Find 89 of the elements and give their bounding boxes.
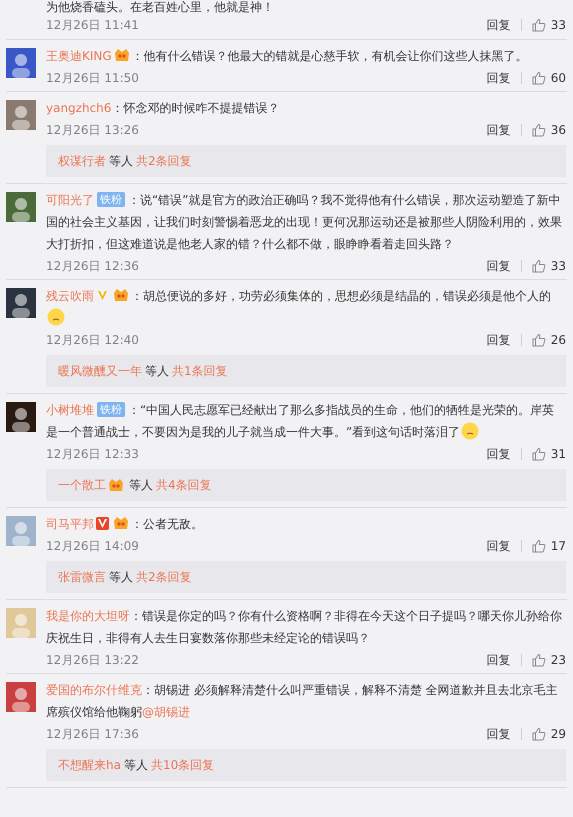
like-icon[interactable]	[532, 539, 546, 553]
like-count: 33	[550, 17, 566, 34]
replies-bar[interactable]: 暖风微醺又一年 等人 共1条回复	[46, 355, 566, 387]
like-count: 33	[550, 258, 566, 275]
reply-user-name[interactable]: 一个散工	[58, 476, 106, 494]
comment-time: 12月26日 12:33	[46, 446, 139, 463]
others-text: 等人	[109, 153, 133, 170]
reply-user-name[interactable]: 不想醒来ha	[58, 756, 121, 774]
comment-text: 残云吹雨 ：胡总便说的多好，功劳必须集体的，思想必须是结晶的，错误必须是他个人的	[46, 285, 566, 329]
reply-link[interactable]: 回复	[486, 69, 511, 87]
like-count: 36	[550, 122, 566, 139]
user-avatar[interactable]	[6, 192, 36, 222]
comment-time: 12月26日 13:26	[46, 122, 139, 139]
fan-badge: 铁粉	[97, 192, 125, 207]
reply-link[interactable]: 回复	[486, 725, 511, 743]
like-count: 17	[550, 538, 566, 555]
reply-count-link[interactable]: 共10条回复	[150, 756, 214, 774]
reply-link[interactable]: 回复	[486, 537, 511, 555]
reply-link[interactable]: 回复	[486, 257, 511, 275]
comment-time: 12月26日 12:36	[46, 258, 139, 275]
replies-bar[interactable]: 一个散工 等人 共4条回复	[46, 469, 566, 501]
like-icon[interactable]	[532, 333, 546, 347]
comment-text: 我是你的大坦呀：错误是你定的吗？你有什么资格啊？非得在今天这个日子提吗？哪天你儿孙给你庆祝生日，非得有人去生日宴数落你那些未经定论的错误吗？	[46, 608, 563, 647]
verified-v-icon	[96, 517, 109, 530]
like-icon[interactable]	[532, 447, 546, 461]
emoji-icon	[461, 422, 480, 440]
verified-v-icon	[96, 289, 109, 302]
like-icon[interactable]	[532, 71, 546, 85]
like-icon[interactable]	[532, 727, 546, 741]
replies-bar[interactable]: 不想醒来ha 等人 共10条回复	[46, 749, 566, 781]
crown-badge-icon	[108, 478, 124, 492]
comment-text: yangzhch6：怀念邓的时候咋不提提错误？	[46, 100, 280, 117]
others-text: 等人	[124, 757, 148, 774]
crown-badge-icon	[113, 288, 129, 302]
user-name[interactable]: 我是你的大坦呀	[46, 609, 130, 623]
replies-bar[interactable]: 张雷微言 等人 共2条回复	[46, 561, 566, 593]
reply-count-link[interactable]: 共4条回复	[156, 476, 212, 494]
reply-link[interactable]: 回复	[486, 445, 511, 463]
emoji-icon	[47, 308, 65, 326]
like-count: 23	[550, 652, 566, 669]
user-name[interactable]: 残云吹雨	[46, 289, 94, 303]
reply-link[interactable]: 回复	[486, 331, 511, 349]
comment-time: 12月26日 14:09	[46, 538, 139, 555]
comment-time: 12月26日 11:41	[46, 17, 139, 34]
user-name[interactable]: 王奥迪KING	[46, 49, 112, 63]
crown-badge-icon	[114, 48, 130, 62]
user-name[interactable]: 小树堆堆	[46, 403, 94, 417]
comment-text: 司马平邦 ：公者无敌。	[46, 515, 204, 533]
comment-time: 12月26日 12:40	[46, 332, 139, 349]
like-count: 31	[550, 446, 566, 463]
crown-badge-icon	[113, 516, 129, 530]
user-name[interactable]: 爱国的布尔什维克	[46, 683, 142, 697]
comment-text: 小树堆堆 铁粉 ：“中国人民志愿军已经献出了那么多指战员的生命，他们的牺牲是光荣的。岸英是一个普通战士，不要因为是我的儿子就当成一件大事。”看到这句话时落泪了	[46, 401, 556, 442]
user-name[interactable]: yangzhch6	[46, 101, 112, 115]
reply-count-link[interactable]: 共1条回复	[172, 362, 228, 380]
reply-user-name[interactable]: 暖风微醺又一年	[58, 362, 142, 380]
like-count: 29	[550, 726, 566, 743]
fan-badge: 铁粉	[97, 402, 125, 417]
others-text: 等人	[129, 477, 153, 494]
reply-count-link[interactable]: 共2条回复	[136, 568, 192, 586]
reply-link[interactable]: 回复	[486, 121, 511, 139]
replies-bar[interactable]: 权谋行者 等人 共2条回复	[46, 145, 566, 177]
user-avatar[interactable]	[6, 682, 36, 712]
others-text: 等人	[109, 569, 133, 586]
others-text: 等人	[145, 363, 169, 380]
like-count: 26	[550, 332, 566, 349]
user-avatar[interactable]	[6, 402, 36, 432]
like-icon[interactable]	[532, 18, 546, 32]
comment-text: 爱国的布尔什维克：胡锡进 必须解释清楚什么叫严重错误，解释不清楚 全网道歉并且去北京毛主席殡仪馆给他鞠躬@胡锡进	[46, 682, 559, 721]
user-avatar[interactable]	[6, 288, 36, 318]
comment-text: 可阳光了 铁粉 ：说“错误”就是官方的政治正确吗？我不觉得他有什么错误，那次运动塑造了新中国的社会主义基因，让我们时刻警惕着恶龙的出现！更何况那运动还是被那些人阴险利用的，效果大打折扣，但这难道说是他老人家的错？什么都不做，眼睁睁看着走回头路？	[46, 191, 563, 253]
reply-user-name[interactable]: 权谋行者	[58, 152, 106, 170]
like-count: 60	[550, 70, 566, 87]
reply-link[interactable]: 回复	[486, 651, 511, 669]
reply-count-link[interactable]: 共2条回复	[136, 152, 192, 170]
mention-link[interactable]: @胡锡进	[142, 705, 190, 719]
like-icon[interactable]	[532, 259, 546, 273]
user-name[interactable]: 司马平邦	[46, 517, 94, 531]
reply-link[interactable]: 回复	[486, 16, 511, 34]
user-name[interactable]: 可阳光了	[46, 193, 94, 207]
reply-user-name[interactable]: 张雷微言	[58, 568, 106, 586]
like-icon[interactable]	[532, 653, 546, 667]
comment-text: 为他烧香磕头。在老百姓心里，他就是神！	[46, 0, 275, 14]
user-avatar[interactable]	[6, 48, 36, 78]
like-icon[interactable]	[532, 123, 546, 137]
comment-text: 王奥迪KING ：他有什么错误？他最大的错就是心慈手软，有机会让你们这些人抹黑了。	[46, 47, 529, 65]
comment-time: 12月26日 11:50	[46, 70, 139, 87]
comment-time: 12月26日 17:36	[46, 726, 139, 743]
comment-time: 12月26日 13:22	[46, 652, 139, 669]
